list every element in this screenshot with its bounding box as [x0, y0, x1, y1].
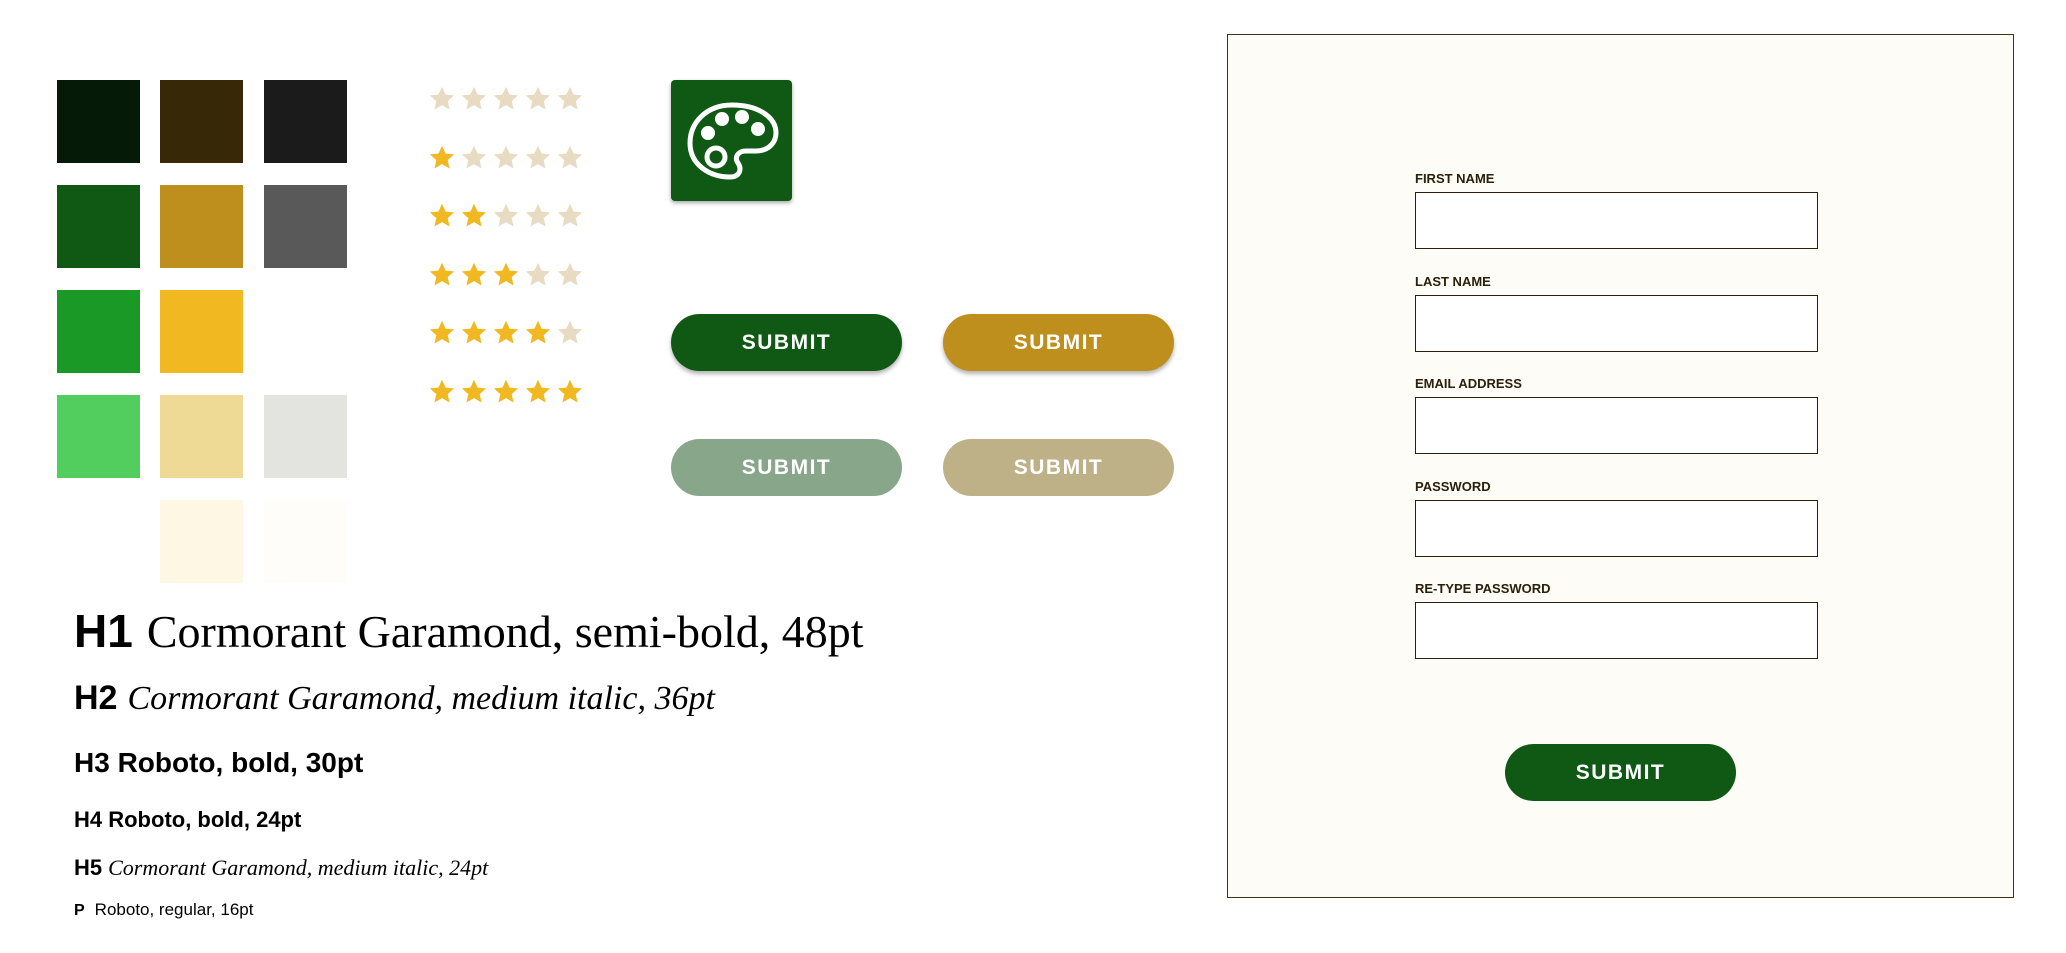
p-tag: P: [74, 902, 85, 919]
star-filled-icon[interactable]: [492, 378, 520, 406]
submit-button-primary-disabled[interactable]: SUBMIT: [671, 439, 902, 496]
star-filled-icon[interactable]: [460, 261, 488, 289]
star-filled-icon[interactable]: [524, 378, 552, 406]
star-filled-icon[interactable]: [428, 144, 456, 172]
h2-tag: H2: [74, 679, 118, 717]
last-name-input[interactable]: [1415, 295, 1818, 352]
star-empty-icon[interactable]: [556, 261, 584, 289]
color-swatch: [264, 395, 347, 478]
typography-h3-sample: H3 Roboto, bold, 30pt: [74, 747, 363, 779]
star-filled-icon[interactable]: [492, 261, 520, 289]
h1-description: Cormorant Garamond, semi-bold, 48pt: [146, 606, 864, 657]
retype-password-input[interactable]: [1415, 602, 1818, 659]
first-name-input[interactable]: [1415, 192, 1818, 249]
p-description: Roboto, regular, 16pt: [94, 900, 254, 919]
color-swatch: [264, 500, 347, 583]
h3-text: H3 Roboto, bold, 30pt: [74, 747, 364, 778]
email-address-input[interactable]: [1415, 397, 1818, 454]
star-rating-row[interactable]: [428, 85, 584, 113]
color-swatch: [160, 395, 243, 478]
typography-h1-sample: H1 Cormorant Garamond, semi-bold, 48pt: [74, 604, 864, 658]
star-empty-icon[interactable]: [524, 202, 552, 230]
submit-button-secondary[interactable]: SUBMIT: [943, 314, 1174, 371]
retype-password-label: RE-TYPE PASSWORD: [1415, 581, 1551, 596]
typography-h2-sample: H2 Cormorant Garamond, medium italic, 36…: [74, 679, 715, 718]
star-filled-icon[interactable]: [556, 378, 584, 406]
typography-h4-sample: H4 Roboto, bold, 24pt: [74, 807, 301, 833]
star-filled-icon[interactable]: [492, 319, 520, 347]
h5-description: Cormorant Garamond, medium italic, 24pt: [108, 855, 489, 880]
star-empty-icon[interactable]: [556, 202, 584, 230]
star-rating-row[interactable]: [428, 144, 584, 172]
star-rating-row[interactable]: [428, 261, 584, 289]
star-empty-icon[interactable]: [556, 144, 584, 172]
star-rating-row[interactable]: [428, 319, 584, 347]
typography-h5-sample: H5 Cormorant Garamond, medium italic, 24…: [74, 855, 488, 881]
star-filled-icon[interactable]: [460, 202, 488, 230]
color-swatch: [160, 185, 243, 268]
star-empty-icon[interactable]: [556, 85, 584, 113]
star-filled-icon[interactable]: [428, 202, 456, 230]
color-swatch: [57, 395, 140, 478]
star-empty-icon[interactable]: [460, 85, 488, 113]
color-swatch: [160, 290, 243, 373]
form-submit-button[interactable]: SUBMIT: [1505, 744, 1736, 801]
color-swatch: [264, 185, 347, 268]
color-swatch: [57, 185, 140, 268]
star-empty-icon[interactable]: [492, 202, 520, 230]
star-filled-icon[interactable]: [524, 319, 552, 347]
star-empty-icon[interactable]: [492, 85, 520, 113]
h4-text: H4 Roboto, bold, 24pt: [74, 807, 302, 832]
h1-tag: H1: [74, 605, 133, 657]
submit-button-secondary-disabled[interactable]: SUBMIT: [943, 439, 1174, 496]
star-empty-icon[interactable]: [524, 261, 552, 289]
star-empty-icon[interactable]: [460, 144, 488, 172]
star-empty-icon[interactable]: [428, 85, 456, 113]
color-swatch: [57, 80, 140, 163]
color-swatch: [264, 80, 347, 163]
palette-glyph: [687, 102, 778, 179]
star-empty-icon[interactable]: [556, 319, 584, 347]
color-swatch: [160, 80, 243, 163]
star-filled-icon[interactable]: [428, 319, 456, 347]
email-address-label: EMAIL ADDRESS: [1415, 376, 1522, 391]
star-filled-icon[interactable]: [460, 319, 488, 347]
star-filled-icon[interactable]: [460, 378, 488, 406]
star-empty-icon[interactable]: [524, 144, 552, 172]
star-rating-row[interactable]: [428, 202, 584, 230]
typography-p-sample: P Roboto, regular, 16pt: [74, 900, 253, 920]
star-filled-icon[interactable]: [428, 378, 456, 406]
password-label: PASSWORD: [1415, 479, 1491, 494]
star-empty-icon[interactable]: [492, 144, 520, 172]
first-name-label: FIRST NAME: [1415, 171, 1495, 186]
last-name-label: LAST NAME: [1415, 274, 1491, 289]
star-rating-row[interactable]: [428, 378, 584, 406]
h5-tag: H5: [74, 855, 103, 880]
star-filled-icon[interactable]: [428, 261, 456, 289]
color-swatch: [57, 290, 140, 373]
submit-button-primary[interactable]: SUBMIT: [671, 314, 902, 371]
star-empty-icon[interactable]: [524, 85, 552, 113]
color-swatch: [160, 500, 243, 583]
palette-icon: [671, 80, 792, 201]
password-input[interactable]: [1415, 500, 1818, 557]
h2-description: Cormorant Garamond, medium italic, 36pt: [127, 680, 715, 717]
